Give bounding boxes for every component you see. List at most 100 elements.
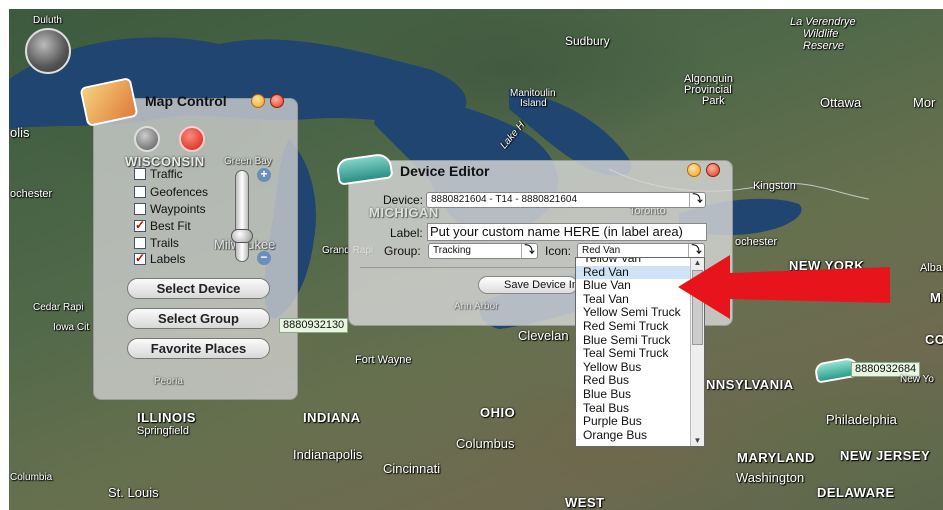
map-label: St. Louis [108,485,159,500]
list-item[interactable]: Red Semi Truck [576,319,704,334]
map-label: Fort Wayne [355,354,412,366]
checkbox-box [134,251,146,265]
map-label: Springfield [137,425,189,437]
checkbox-label: Labels [150,252,186,266]
map-label: Reserve [803,40,844,52]
best-fit-checkbox[interactable]: Best Fit [134,218,191,233]
zoom-slider-handle[interactable] [231,229,253,243]
minimize-icon[interactable] [687,163,701,177]
map-label: Wildlife [803,28,839,40]
map-label: CO [925,332,943,347]
group-select-value: Tracking [433,245,471,256]
list-item[interactable]: Yellow Bus [576,360,704,375]
close-icon[interactable] [706,163,720,177]
map-label: Philadelphia [826,412,897,427]
select-device-button[interactable]: Select Device [127,278,270,299]
map-label: Clevelan [518,328,569,343]
map-label: WEST [565,495,605,510]
labels-checkbox[interactable]: Labels [134,251,186,266]
dropdown-arrow-icon: ⤵ [521,244,537,258]
label-field-label: Label: [390,226,423,240]
list-item[interactable]: Orange Bus [576,428,704,443]
list-item[interactable]: Red Bus [576,374,704,388]
label-input-value: Put your custom name HERE (in label area… [430,224,683,239]
map-label: NEW JERSEY [840,448,931,463]
list-item[interactable]: Teal Bus [576,401,704,416]
icon-field-label: Icon: [545,244,572,258]
checkbox-label: Geofences [150,185,209,199]
checkbox-label: Waypoints [150,202,206,216]
map-label: Ann Arbor [454,301,499,312]
scroll-down-icon[interactable]: ▼ [691,436,704,446]
geofences-checkbox[interactable]: Geofences [134,185,208,199]
zoom-slider-track[interactable] [235,170,249,262]
map-label: ochester [10,188,53,200]
device-select-value: 8880821604 - T14 - 8880821604 [431,194,578,205]
traffic-checkbox[interactable]: Traffic [134,167,183,181]
dropdown-arrow-icon: ⤵ [689,193,705,207]
map-label: Ottawa [820,95,862,110]
map-label: New Yo [900,374,934,385]
map-control-title: Map Control [145,93,227,109]
checkbox-box [134,203,146,215]
device-editor-title: Device Editor [400,163,490,179]
checkbox-box [134,237,146,249]
map-label: NNSYLVANIA [706,377,794,392]
divider [360,267,575,268]
trails-checkbox[interactable]: Trails [134,236,179,250]
list-item[interactable]: Teal Semi Truck [576,347,704,361]
map-label: Columbus [456,436,515,451]
device-select[interactable]: 8880821604 - T14 - 8880821604 ⤵ [426,192,706,208]
map-label: Kingston [753,180,796,192]
list-item[interactable]: Blue Bus [576,387,704,402]
checkbox-box [134,218,146,232]
zoom-out-icon[interactable]: − [257,251,271,265]
checkbox-label: Traffic [150,167,183,181]
map-label: Alba [920,262,943,274]
pan-compass-icon[interactable] [134,126,160,152]
map-label: Cincinnati [383,461,441,476]
map-label: INDIANA [303,410,361,425]
favorite-places-button[interactable]: Favorite Places [127,338,270,359]
map-label: ochester [735,236,778,248]
map-label: ILLINOIS [137,410,196,425]
map-label: Washington [736,470,805,485]
checkbox-label: Trails [150,236,179,250]
map-label: MARYLAND [737,450,815,465]
close-icon[interactable] [270,94,284,108]
icon-select-value: Red Van [582,245,621,256]
map-label: Duluth [33,15,62,26]
select-group-button[interactable]: Select Group [127,308,270,329]
zoom-in-icon[interactable]: + [257,168,271,182]
checkbox-box [134,186,146,198]
device-tag[interactable]: 8880932130 [279,318,349,333]
minimize-icon[interactable] [251,94,265,108]
reset-view-icon[interactable] [179,126,205,152]
checkbox-label: Best Fit [150,219,191,233]
map-label: Island [520,98,547,109]
map-label: Green Bay [224,156,272,167]
map-label: DELAWARE [817,485,895,500]
map-label: Park [702,95,725,107]
checkbox-box [134,168,146,180]
save-device-button[interactable]: Save Device In [478,276,578,294]
list-item[interactable]: Purple Bus [576,415,704,429]
label-input[interactable]: Put your custom name HERE (in label area… [427,223,707,241]
device-field-label: Device: [383,193,424,207]
map-label: Columbia [10,472,53,483]
map-label: Peoria [154,376,183,387]
group-field-label: Group: [384,244,421,258]
map-label: Iowa Cit [53,322,90,333]
waypoints-checkbox[interactable]: Waypoints [134,202,206,216]
navigation-compass-icon[interactable] [25,28,71,74]
map-label: Mor [913,95,936,110]
red-arrow-annotation [678,255,890,319]
group-select[interactable]: Tracking ⤵ [428,243,538,259]
map-label: olis [10,125,30,140]
list-item[interactable]: Blue Semi Truck [576,333,704,348]
map-label: M [930,290,942,305]
map-label: Sudbury [565,34,610,48]
save-device-label: Save Device In [504,279,578,291]
map-label: OHIO [480,405,516,420]
map-label: Indianapolis [293,447,363,462]
